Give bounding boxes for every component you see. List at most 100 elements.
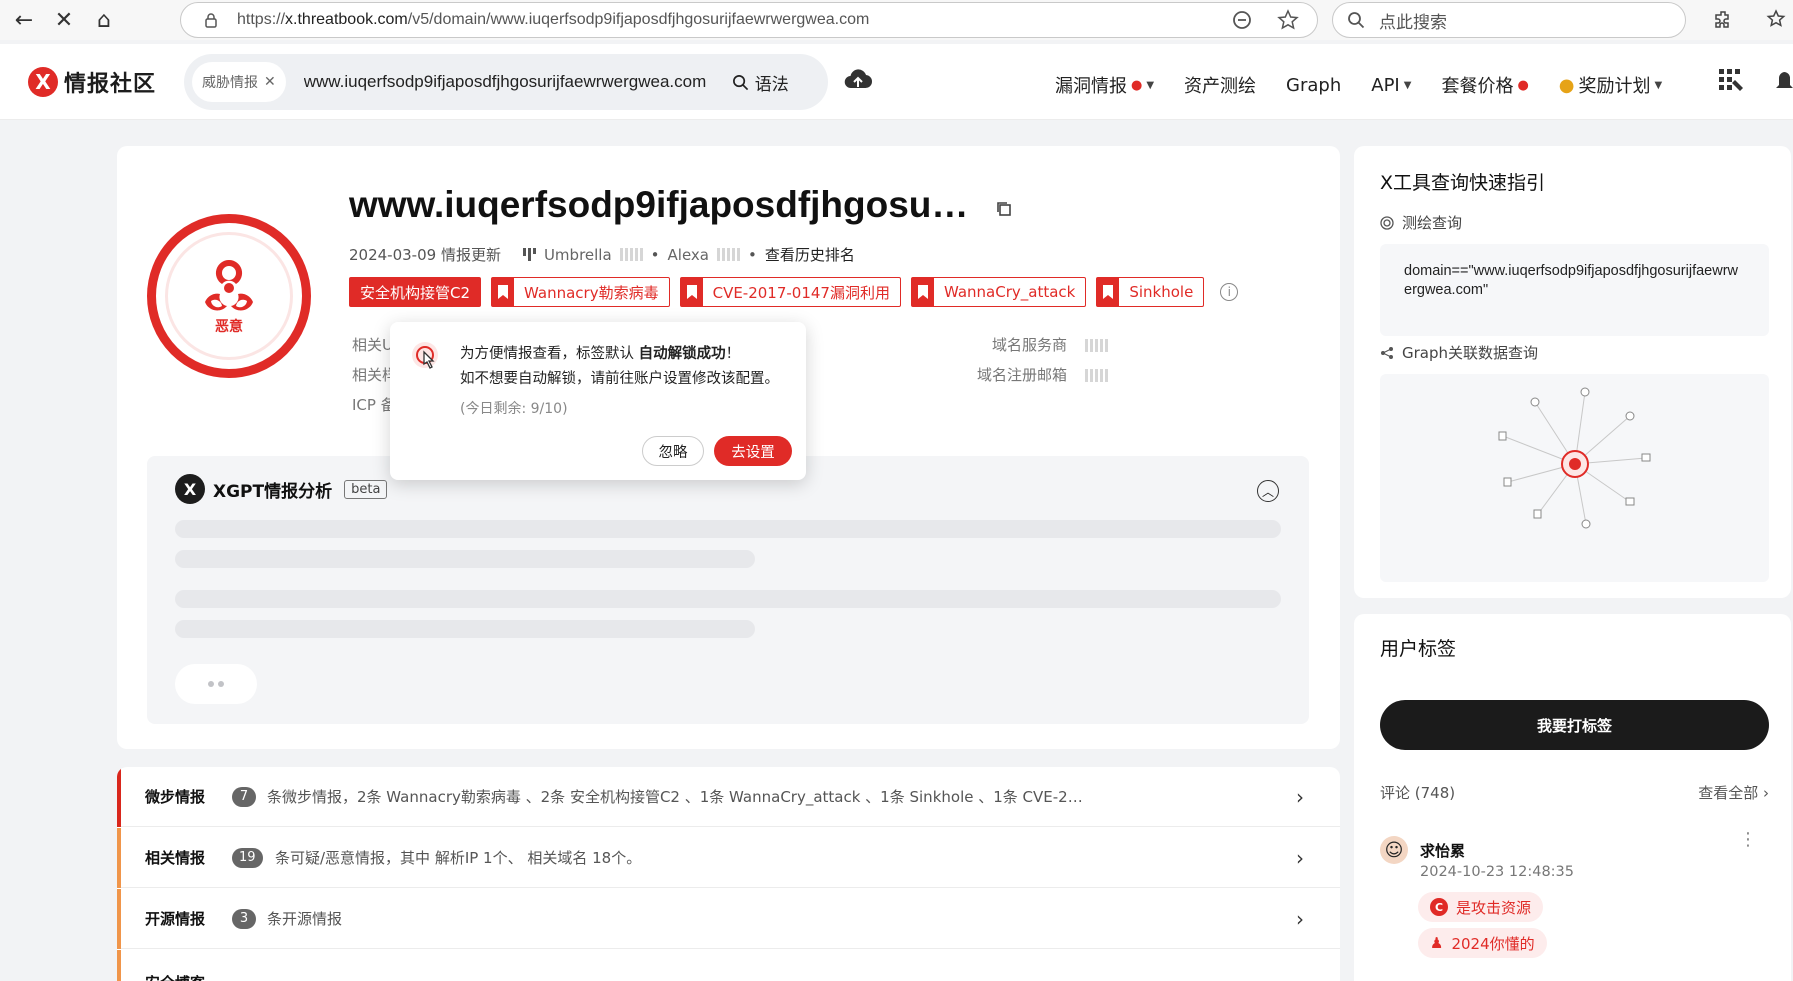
home-icon[interactable]: ⌂	[88, 4, 120, 36]
severity-bar	[117, 889, 121, 949]
logo-text: 情报社区	[64, 72, 157, 97]
user-tags-title: 用户标签	[1380, 638, 1457, 660]
tag-c2-takeover[interactable]: 安全机构接管C2	[349, 277, 482, 307]
chevron-right-icon[interactable]: ›	[1296, 785, 1304, 809]
auto-unlock-popup: 为方便情报查看，标签默认 自动解锁成功！ 如不想要自动解锁，请前往账户设置修改该…	[390, 322, 806, 480]
bookmark-icon	[680, 278, 703, 306]
comments-count: 评论 (748)	[1380, 784, 1456, 802]
chevron-up-icon[interactable]: ︿	[1257, 480, 1279, 502]
registrant-email-label: 域名注册邮箱	[977, 366, 1068, 384]
go-settings-button[interactable]: 去设置	[714, 436, 792, 466]
lock-icon	[205, 13, 217, 28]
threat-search-box[interactable]: 威胁情报 ✕ www.iuqerfsodp9ifjaposdfjhgosurij…	[184, 54, 828, 110]
comment-tag[interactable]: ♟ 2024你懂的	[1418, 928, 1547, 958]
cloud-upload-icon[interactable]	[843, 66, 873, 94]
bookmark-icon	[1097, 278, 1120, 306]
nav-pricing[interactable]: 套餐价格 ●	[1441, 72, 1528, 98]
tag-wannacry[interactable]: Wannacry勒索病毒	[491, 277, 670, 307]
caret-down-icon: ▼	[1146, 79, 1155, 91]
logo-x-icon: X	[28, 67, 58, 97]
locked-value-bars	[1085, 338, 1109, 352]
medal-icon: ●	[1558, 74, 1575, 96]
more-vertical-icon[interactable]: ⋮	[1739, 831, 1757, 849]
browser-search-bar[interactable]: 点此搜索	[1332, 2, 1686, 38]
address-bar[interactable]: https://x.threatbook.com/v5/domain/www.i…	[180, 2, 1318, 38]
intel-row-opensource[interactable]: 开源情报 3 条开源情报 ›	[117, 889, 1340, 949]
intel-desc: 条微步情报，2条 Wannacry勒索病毒 、2条 安全机构接管C2 、1条 W…	[267, 788, 1083, 806]
user-icon: ♟	[1430, 934, 1444, 952]
loading-skeleton	[175, 620, 755, 638]
locked-value-bars	[1085, 368, 1109, 382]
bookmark-icon	[492, 278, 515, 306]
nav-api[interactable]: API ▼	[1371, 72, 1411, 98]
tag-sinkhole[interactable]: Sinkhole	[1096, 277, 1205, 307]
user-tags-card: 用户标签 我要打标签 评论 (748) 查看全部 › ☺ 求怡累 2024-10…	[1354, 614, 1791, 981]
update-date: 2024-03-09 情报更新	[349, 246, 501, 264]
syntax-label: 语法	[754, 74, 789, 95]
search-icon	[732, 74, 748, 90]
popup-message: 为方便情报查看，标签默认 自动解锁成功！ 如不想要自动解锁，请前往账户设置修改该…	[460, 346, 779, 387]
url-text: https://x.threatbook.com/v5/domain/www.i…	[237, 11, 870, 28]
attack-resource-icon: C	[1430, 898, 1448, 916]
extensions-icon[interactable]	[1712, 8, 1736, 32]
radar-icon	[1380, 215, 1394, 230]
nav-graph[interactable]: Graph	[1286, 72, 1341, 98]
add-tag-button[interactable]: 我要打标签	[1380, 700, 1769, 750]
ignore-button[interactable]: 忽略	[642, 436, 704, 466]
severity-bar	[117, 767, 121, 827]
fire-icon: ●	[1131, 77, 1143, 93]
history-rank-link[interactable]: 查看历史排名	[765, 244, 855, 265]
comment-time: 2024-10-23 12:48:35	[1420, 864, 1574, 880]
site-header: X 情报社区 威胁情报 ✕ www.iuqerfsodp9ifjaposdfjh…	[0, 44, 1793, 120]
view-all-link[interactable]: 查看全部 ›	[1698, 782, 1769, 803]
comment-author[interactable]: 求怡累	[1420, 840, 1465, 861]
intel-row-related[interactable]: 相关情报 19 条可疑/恶意情报，其中 解析IP 1个、 相关域名 18个。 ›	[117, 828, 1340, 888]
back-icon[interactable]: ←	[8, 4, 40, 36]
comment-tag[interactable]: C 是攻击资源	[1418, 892, 1544, 922]
fire-icon: ●	[1517, 77, 1529, 93]
translate-icon[interactable]	[1231, 9, 1253, 31]
intel-desc: 条可疑/恶意情报，其中 解析IP 1个、 相关域名 18个。	[275, 849, 642, 867]
nav-vulnerability[interactable]: 漏洞情报 ● ▼	[1055, 72, 1154, 98]
nav-asset-mapping[interactable]: 资产测绘	[1184, 72, 1256, 98]
threat-tags: 安全机构接管C2 Wannacry勒索病毒 CVE-2017-0147漏洞利用 …	[349, 277, 1239, 307]
intel-title: 安全博客	[145, 972, 205, 981]
star-icon[interactable]	[1277, 9, 1299, 31]
tag-wannacry-attack[interactable]: WannaCry_attack	[910, 277, 1087, 307]
browser-toolbar: ← ✕ ⌂ https://x.threatbook.com/v5/domain…	[0, 0, 1793, 40]
info-icon[interactable]: i	[1220, 283, 1239, 301]
intel-row-blog[interactable]: 安全博客	[117, 950, 1340, 981]
favorites-icon[interactable]	[1766, 8, 1790, 32]
mapping-query-label: 测绘查询	[1380, 212, 1462, 233]
syntax-button[interactable]: 语法	[732, 70, 789, 95]
intel-row-threatbook[interactable]: 微步情报 7 条微步情报，2条 Wannacry勒索病毒 、2条 安全机构接管C…	[117, 767, 1340, 827]
bookmark-icon	[911, 278, 934, 306]
bell-icon[interactable]	[1776, 70, 1793, 94]
intel-count-badge: 19	[232, 847, 263, 868]
intel-list: 微步情报 7 条微步情报，2条 Wannacry勒索病毒 、2条 安全机构接管C…	[117, 767, 1340, 981]
chip-close-icon[interactable]: ✕	[264, 74, 276, 90]
popup-remaining: (今日剩余: 9/10)	[460, 401, 568, 417]
avatar[interactable]: ☺	[1380, 836, 1408, 864]
search-type-chip[interactable]: 威胁情报 ✕	[192, 62, 286, 102]
nav-rewards[interactable]: ● 奖励计划 ▼	[1559, 72, 1662, 98]
intel-desc: 条开源情报	[267, 910, 343, 928]
intel-title: 微步情报	[145, 788, 206, 806]
search-input[interactable]: www.iuqerfsodp9ifjaposdfjhgosurijfaewrwe…	[304, 72, 720, 92]
alexa-label: Alexa	[667, 245, 709, 264]
chevron-right-icon[interactable]: ›	[1296, 907, 1304, 931]
mapping-query-box[interactable]: domain=="www.iuqerfsodp9ifjaposdfjhgosur…	[1380, 244, 1769, 336]
rank-chart-icon	[522, 248, 536, 261]
xgpt-title: XGPT情报分析	[213, 481, 333, 502]
caret-down-icon: ▼	[1403, 79, 1412, 91]
umbrella-label: Umbrella	[543, 245, 612, 264]
chevron-right-icon[interactable]: ›	[1296, 846, 1304, 870]
apps-grid-icon[interactable]	[1718, 68, 1744, 94]
info-right: 域名服务商 域名注册邮箱	[977, 330, 1109, 390]
domain-title: www.iuqerfsodp9ifjaposdfjhgosu…	[349, 184, 969, 225]
site-logo[interactable]: X 情报社区	[28, 66, 156, 98]
stop-icon[interactable]: ✕	[48, 4, 80, 36]
graph-preview[interactable]	[1380, 374, 1769, 582]
tag-cve[interactable]: CVE-2017-0147漏洞利用	[679, 277, 901, 307]
copy-icon[interactable]	[995, 200, 1013, 218]
